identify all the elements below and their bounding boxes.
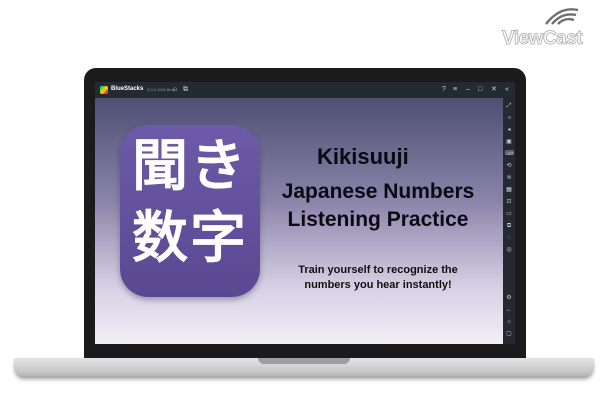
watermark-text: ViewCast (501, 28, 583, 50)
tagline-line2: numbers you hear instantly! (304, 279, 452, 291)
rotate-icon[interactable]: ⟲ (505, 162, 513, 170)
emulator-side-toolbar: ⤢ ◃ ◂ ▣ ⌨ ⟲ ≋ ▦ ⊡ ▭ ⧉ ◌ ◎ ⚙ ← ⌂ ▢ (503, 98, 515, 344)
subtitle-line2: Listening Practice (287, 208, 469, 231)
app-splash-screen[interactable]: 聞き 数字 Kikisuuji Japanese Numbers Listeni… (95, 98, 503, 344)
viewcast-watermark: ViewCast (498, 4, 598, 50)
app-subtitle: Japanese Numbers Listening Practice (273, 178, 483, 234)
volume-down-icon[interactable]: ◂ (505, 126, 513, 134)
menu-icon[interactable]: ≡ (453, 85, 457, 94)
laptop-screen: BlueStacks 5.0.0.1108 Beta ⌂ ⧉ ? ≡ – □ ✕… (95, 82, 515, 344)
home-nav-icon[interactable]: ⌂ (505, 318, 513, 326)
laptop-notch (258, 358, 350, 364)
volume-up-icon[interactable]: ◃ (505, 114, 513, 122)
multi-instance-side-icon[interactable]: ⧉ (505, 222, 513, 230)
minimize-icon[interactable]: – (466, 85, 470, 94)
bluestacks-logo-icon (100, 86, 108, 94)
screen-record-icon[interactable]: ▣ (505, 138, 513, 146)
emulator-titlebar: BlueStacks 5.0.0.1108 Beta ⌂ ⧉ ? ≡ – □ ✕… (95, 82, 515, 98)
icon-kanji-line2: 数字 (132, 206, 248, 271)
multi-instance-icon[interactable]: ⧉ (183, 85, 188, 94)
settings-icon[interactable]: ⚙ (505, 294, 513, 302)
home-icon[interactable]: ⌂ (173, 85, 177, 94)
macro-icon[interactable]: ▦ (505, 186, 513, 194)
close-icon[interactable]: ✕ (491, 85, 497, 94)
tagline-line1: Train yourself to recognize the (298, 264, 458, 276)
location-icon[interactable]: ◎ (505, 246, 513, 254)
folder-icon[interactable]: ▭ (505, 210, 513, 218)
app-title: Kikisuuji (317, 144, 409, 169)
help-icon[interactable]: ? (442, 85, 446, 94)
fullscreen-icon[interactable]: ⤢ (505, 102, 513, 110)
screenshot-icon[interactable]: ⊡ (505, 198, 513, 206)
keyboard-icon[interactable]: ⌨ (505, 150, 514, 158)
subtitle-line1: Japanese Numbers (281, 180, 475, 203)
eco-mode-icon[interactable]: ◌ (505, 234, 513, 242)
collapse-sidebar-icon[interactable]: « (505, 85, 509, 94)
emulator-version: 5.0.0.1108 Beta (147, 87, 175, 92)
maximize-icon[interactable]: □ (478, 85, 482, 94)
emulator-name: BlueStacks (111, 86, 144, 92)
recent-apps-icon[interactable]: ▢ (505, 330, 513, 338)
icon-kanji-line1: 聞き (132, 134, 248, 199)
kikisuuji-app-icon: 聞き 数字 (120, 125, 260, 297)
app-tagline: Train yourself to recognize the numbers … (285, 263, 471, 293)
broadcast-waves-icon (545, 8, 579, 25)
back-icon[interactable]: ← (505, 306, 513, 314)
shake-icon[interactable]: ≋ (505, 174, 513, 182)
